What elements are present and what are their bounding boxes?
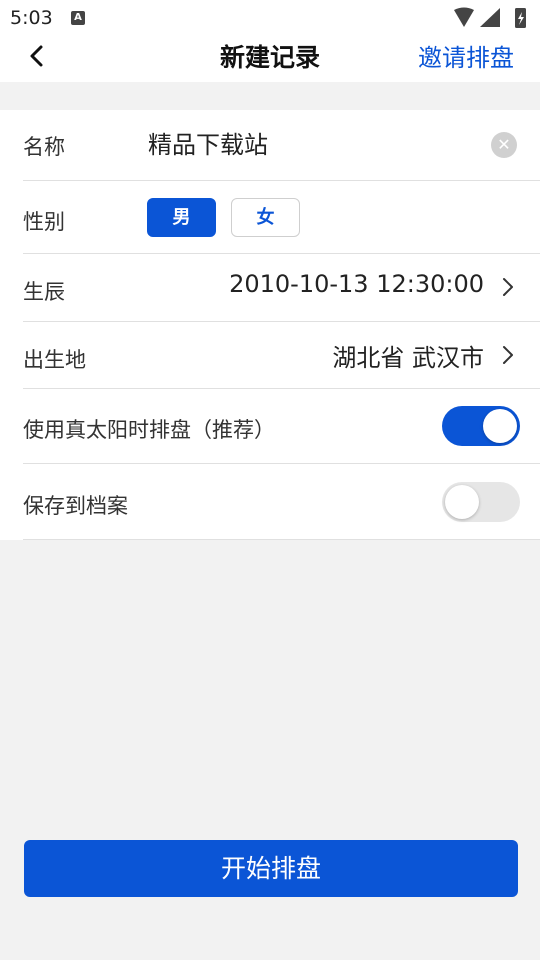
invite-chart-button[interactable]: 邀请排盘	[418, 38, 514, 73]
save-archive-label: 保存到档案	[23, 494, 128, 518]
gender-female-button[interactable]: 女	[231, 198, 300, 237]
save-archive-row: 保存到档案	[23, 464, 540, 540]
status-bar: 5:03 A	[0, 0, 540, 36]
birth-time-value: 2010-10-13 12:30:00	[229, 270, 484, 298]
gender-row: 性别 男 女	[23, 181, 540, 254]
true-solar-time-label: 使用真太阳时排盘（推荐）	[23, 418, 275, 442]
start-chart-button[interactable]: 开始排盘	[24, 840, 518, 897]
wifi-icon	[454, 7, 474, 27]
status-time: 5:03	[10, 7, 53, 29]
birthplace-value: 湖北省 武汉市	[332, 344, 484, 372]
record-form: 名称 ✕ 性别 男 女 生辰 2010-10-13 12:30:00 出生地 湖…	[0, 110, 540, 540]
birthplace-label: 出生地	[23, 348, 86, 372]
true-solar-time-row: 使用真太阳时排盘（推荐）	[23, 389, 540, 464]
name-label: 名称	[23, 135, 65, 159]
name-input[interactable]	[148, 128, 468, 156]
birth-time-label: 生辰	[23, 280, 65, 304]
chevron-right-icon	[503, 278, 513, 296]
gender-label: 性别	[23, 210, 65, 234]
gender-male-button[interactable]: 男	[147, 198, 216, 237]
signal-icon	[480, 8, 500, 27]
toggle-knob	[483, 409, 517, 443]
clear-icon[interactable]: ✕	[491, 132, 517, 158]
save-archive-toggle[interactable]	[442, 482, 520, 522]
toggle-knob	[445, 485, 479, 519]
status-icons	[454, 7, 526, 28]
birth-time-row[interactable]: 生辰 2010-10-13 12:30:00	[23, 254, 540, 322]
notification-icon: A	[71, 11, 85, 25]
app-screen: 5:03 A 新建记录 邀请排盘 名称 ✕ 性别 男 女 生辰 2010	[0, 0, 540, 960]
true-solar-time-toggle[interactable]	[442, 406, 520, 446]
chevron-right-icon	[503, 346, 513, 364]
name-row: 名称 ✕	[23, 110, 540, 181]
birthplace-row[interactable]: 出生地 湖北省 武汉市	[23, 322, 540, 389]
nav-bar: 新建记录 邀请排盘	[0, 36, 540, 82]
